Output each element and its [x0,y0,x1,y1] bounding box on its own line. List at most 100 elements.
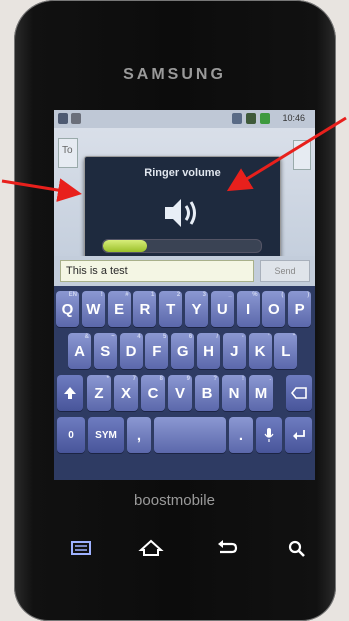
key-alt-label: % [252,292,258,298]
key-m[interactable]: .M [249,375,273,411]
key-label: A [74,343,85,360]
home-icon[interactable] [136,536,166,560]
key-label: W [86,301,101,318]
backspace-key[interactable] [286,375,312,411]
key-label: B [201,385,213,402]
key-label: U [216,301,228,318]
comma-key[interactable]: , [127,417,151,453]
key-label: O [268,301,280,318]
key-q[interactable]: EN Q [56,291,79,327]
sym-key-label: SYM [95,430,117,441]
key-b[interactable]: ? B [195,375,219,411]
key-alt-label: ' [268,334,270,340]
key-label: N [228,385,240,402]
key-w[interactable]: ! W [81,291,105,327]
key-alt-label: 1 [151,292,155,298]
key-u[interactable]: _ U [210,291,234,327]
key-label: M [254,385,268,402]
period-key[interactable]: . [229,417,253,453]
digit-key-label: 0 [68,430,74,441]
key-z[interactable]: * Z [87,375,111,411]
key-alt-label: 4 [137,334,141,340]
key-k[interactable]: ' K [248,333,272,369]
key-e[interactable]: # E [107,291,131,327]
shift-key[interactable] [57,375,83,411]
key-v[interactable]: 9V [168,375,192,411]
volume-level-fill [103,240,148,252]
key-alt-label: ) [307,292,310,298]
key-alt-label: ! [242,376,244,382]
key-p[interactable]: ) P [288,291,312,327]
message-input[interactable]: This is a test [60,260,254,282]
back-icon[interactable] [212,536,242,560]
key-alt-label: - [241,334,244,340]
key-alt-label: 5 [163,334,167,340]
dialog-title: Ringer volume [144,167,221,179]
key-s[interactable]: ~ S [93,333,117,369]
key-label: X [120,385,131,402]
key-label: P [294,301,305,318]
key-label: Y [191,301,202,318]
digit-key[interactable]: 0 [57,417,85,453]
contacts-button[interactable] [293,140,311,170]
battery-icon [260,113,270,124]
key-label: R [139,301,151,318]
key-alt-label: 9 [186,376,190,382]
key-label: Z [94,385,104,402]
key-alt-label: 8 [159,376,163,382]
key-alt-label: ! [100,292,103,298]
volume-slider[interactable] [102,239,262,253]
key-i[interactable]: % I [236,291,260,327]
key-t[interactable]: 2T [159,291,183,327]
speaker-icon [165,199,196,227]
key-alt-label: ~ [111,334,115,340]
key-n[interactable]: ! N [222,375,246,411]
key-label: T [166,301,176,318]
key-alt-label: 2 [176,292,181,298]
key-l[interactable]: " L [274,333,298,369]
key-c[interactable]: 8C [141,375,165,411]
voice-key[interactable] [256,417,282,453]
signal-icon [246,113,256,124]
enter-key[interactable] [285,417,312,453]
conversation-area: To Ringer volume [54,128,315,270]
key-j[interactable]: -J [222,333,246,369]
phone-screen: 10:46 To Ringer volume This is a test Se… [54,110,315,480]
keyboard-row-1: EN Q! W # E 1 R 2 T 3 Y _ U% I(O) P [54,288,315,330]
carrier-logo: boostmobile [134,492,215,509]
key-alt-label: EN [68,292,77,298]
key-a[interactable]: & A [68,333,91,369]
key-r[interactable]: 1R [133,291,157,327]
microphone-icon [264,428,274,442]
key-label: I [246,301,251,318]
key-label: K [254,343,266,360]
key-x[interactable]: 7X [114,375,138,411]
sym-key[interactable]: SYM [88,417,124,453]
message-notification-icon [71,113,81,124]
search-icon[interactable] [282,536,312,560]
recipient-field[interactable]: To [58,138,78,168]
key-label: D [125,343,137,360]
enter-icon [292,430,305,440]
key-f[interactable]: 5F [145,333,169,369]
menu-icon[interactable] [66,536,96,560]
key-label: S [100,343,111,360]
send-button[interactable]: Send [260,260,310,282]
space-key[interactable] [154,417,226,453]
key-g[interactable]: 6G [171,333,195,369]
key-h[interactable]: / H [197,333,220,369]
key-alt-label: . [269,376,271,382]
key-alt-label: / [216,334,218,340]
comma-key-label: , [136,427,142,444]
key-label: J [230,343,239,360]
key-y[interactable]: 3Y [185,291,208,327]
keyboard-row-2: & A ~ S 4 D 5 F 6 G / H - J ' K " L [54,330,315,372]
key-label: L [281,343,291,360]
key-label: F [152,343,162,360]
key-o[interactable]: (O [262,291,286,327]
contact-notification-icon [58,113,68,124]
key-alt-label: " [292,334,296,340]
key-alt-label: _ [228,292,232,298]
key-d[interactable]: 4D [119,333,143,369]
brand-label: SAMSUNG [123,66,226,83]
